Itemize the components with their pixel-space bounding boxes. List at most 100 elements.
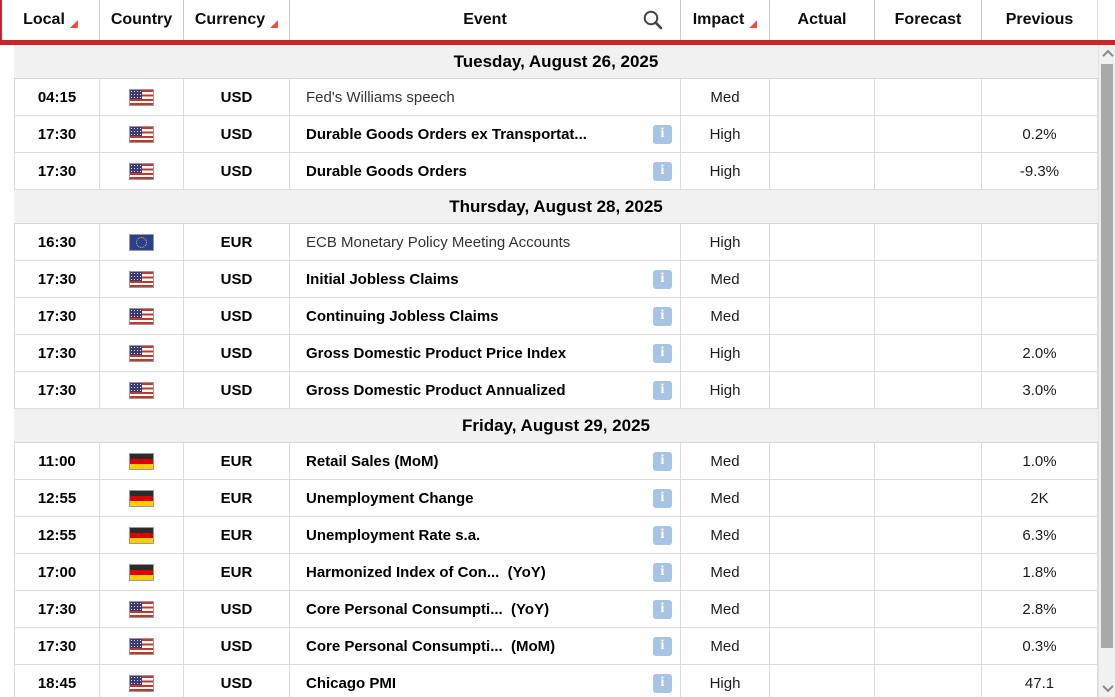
time-label: 17:30 — [38, 163, 76, 180]
event-row: 16:30 EUR ECB Monetary Policy Meeting Ac… — [14, 224, 1098, 261]
forecast-cell — [875, 665, 982, 697]
column-label: Event — [463, 11, 507, 29]
date-label: Thursday, August 28, 2025 — [449, 197, 663, 217]
actual-cell — [770, 335, 875, 371]
info-icon[interactable]: i — [653, 489, 672, 508]
vertical-scrollbar[interactable] — [1098, 45, 1115, 697]
column-label: Local — [23, 11, 65, 29]
forecast-cell — [875, 372, 982, 408]
actual-cell — [770, 153, 875, 189]
impact-label: Med — [710, 490, 739, 507]
us-flag-icon — [129, 345, 154, 362]
sort-triangle-icon — [270, 20, 278, 28]
us-flag-icon — [129, 308, 154, 325]
scroll-up-button[interactable] — [1099, 45, 1115, 63]
actual-cell — [770, 628, 875, 664]
currency-label: EUR — [221, 453, 253, 470]
event-row: 17:30 USD Core Personal Consumpti... (Yo… — [14, 591, 1098, 628]
forecast-cell — [875, 116, 982, 152]
impact-label: High — [710, 234, 741, 251]
event-label: Unemployment Rate s.a. — [306, 527, 480, 544]
event-label: Gross Domestic Product Annualized — [306, 382, 566, 399]
actual-cell — [770, 261, 875, 297]
actual-cell — [770, 480, 875, 516]
event-label: Continuing Jobless Claims — [306, 308, 499, 325]
info-icon[interactable]: i — [653, 162, 672, 181]
info-icon[interactable]: i — [653, 637, 672, 656]
chevron-down-icon — [1102, 681, 1113, 692]
search-icon[interactable] — [642, 9, 664, 31]
info-icon[interactable]: i — [653, 307, 672, 326]
impact-label: High — [710, 345, 741, 362]
time-label: 18:45 — [38, 675, 76, 692]
forecast-cell — [875, 298, 982, 334]
column-header-country[interactable]: Country — [100, 0, 184, 40]
currency-label: USD — [221, 308, 253, 325]
column-header-impact[interactable]: Impact — [681, 0, 770, 40]
column-label: Actual — [798, 11, 847, 29]
forecast-cell — [875, 628, 982, 664]
time-label: 12:55 — [38, 527, 76, 544]
column-header-forecast[interactable]: Forecast — [875, 0, 982, 40]
impact-label: Med — [710, 601, 739, 618]
column-header-event[interactable]: Event — [290, 0, 681, 40]
event-row: 17:30 USD Gross Domestic Product Annuali… — [14, 372, 1098, 409]
info-icon[interactable]: i — [653, 600, 672, 619]
forecast-cell — [875, 480, 982, 516]
actual-cell — [770, 517, 875, 553]
info-icon[interactable]: i — [653, 344, 672, 363]
germany-flag-icon — [129, 564, 154, 581]
date-label: Friday, August 29, 2025 — [462, 416, 650, 436]
impact-label: Med — [710, 638, 739, 655]
previous-value: 0.2% — [1022, 126, 1056, 143]
time-label: 17:00 — [38, 564, 76, 581]
event-label: Initial Jobless Claims — [306, 271, 459, 288]
previous-value: 2K — [1030, 490, 1048, 507]
column-header-local[interactable]: Local — [2, 0, 100, 40]
event-row: 04:15 USD Fed's Williams speech Med — [14, 79, 1098, 116]
column-header-previous[interactable]: Previous — [982, 0, 1098, 40]
event-row: 12:55 EUR Unemployment Rate s.a.i Med 6.… — [14, 517, 1098, 554]
info-icon[interactable]: i — [653, 381, 672, 400]
germany-flag-icon — [129, 453, 154, 470]
column-label: Impact — [693, 11, 745, 29]
info-icon[interactable]: i — [653, 563, 672, 582]
info-icon[interactable]: i — [653, 125, 672, 144]
table-header: Local Country Currency Event Impact Actu… — [0, 0, 1115, 40]
column-label: Currency — [195, 11, 265, 29]
currency-label: USD — [221, 271, 253, 288]
event-label: Chicago PMI — [306, 675, 396, 692]
info-icon[interactable]: i — [653, 452, 672, 471]
event-label: ECB Monetary Policy Meeting Accounts — [306, 234, 570, 251]
forecast-cell — [875, 224, 982, 260]
info-icon[interactable]: i — [653, 526, 672, 545]
previous-value: 6.3% — [1022, 527, 1056, 544]
column-header-currency[interactable]: Currency — [184, 0, 290, 40]
info-icon[interactable]: i — [653, 674, 672, 693]
time-label: 17:30 — [38, 638, 76, 655]
forecast-cell — [875, 517, 982, 553]
event-row: 18:45 USD Chicago PMIi High 47.1 — [14, 665, 1098, 697]
currency-label: USD — [221, 638, 253, 655]
event-label: Unemployment Change — [306, 490, 474, 507]
event-row: 12:55 EUR Unemployment Changei Med 2K — [14, 480, 1098, 517]
column-header-actual[interactable]: Actual — [770, 0, 875, 40]
previous-value: -9.3% — [1020, 163, 1059, 180]
currency-label: USD — [221, 382, 253, 399]
info-icon[interactable]: i — [653, 270, 672, 289]
impact-label: High — [710, 126, 741, 143]
impact-label: Med — [710, 453, 739, 470]
time-label: 11:00 — [38, 453, 76, 470]
scrollbar-thumb[interactable] — [1101, 64, 1113, 648]
time-label: 17:30 — [38, 308, 76, 325]
currency-label: USD — [221, 89, 253, 106]
scroll-down-button[interactable] — [1099, 679, 1115, 697]
time-label: 17:30 — [38, 345, 76, 362]
forecast-cell — [875, 591, 982, 627]
forecast-cell — [875, 261, 982, 297]
event-row: 11:00 EUR Retail Sales (MoM)i Med 1.0% — [14, 443, 1098, 480]
actual-cell — [770, 372, 875, 408]
eu-flag-icon — [129, 234, 154, 251]
actual-cell — [770, 116, 875, 152]
sort-triangle-icon — [749, 20, 757, 28]
